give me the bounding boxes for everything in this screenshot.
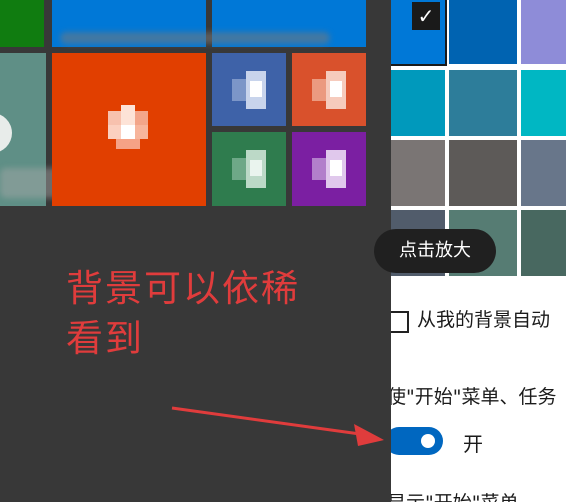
tile-powerpoint[interactable]	[292, 53, 366, 126]
accent-color-swatch[interactable]	[521, 140, 566, 206]
tile-office[interactable]	[52, 53, 206, 206]
accent-color-swatch[interactable]	[449, 0, 517, 64]
annotation-text: 背景可以依稀看到	[66, 267, 300, 360]
accent-color-swatch[interactable]	[391, 140, 445, 206]
tile-green-top[interactable]	[0, 0, 44, 47]
onenote-icon	[312, 150, 348, 188]
office-icon	[108, 105, 148, 151]
accent-color-swatch[interactable]	[449, 70, 517, 136]
tile-excel[interactable]	[212, 132, 286, 206]
word-icon	[232, 71, 268, 109]
zoom-tooltip[interactable]: 点击放大	[374, 229, 496, 273]
start-taskbar-transparency-label: 使"开始"菜单、任务	[391, 386, 557, 408]
accent-color-swatch[interactable]	[521, 70, 566, 136]
powerpoint-icon	[312, 71, 348, 109]
tile-onenote[interactable]	[292, 132, 366, 206]
accent-color-swatch[interactable]	[521, 210, 566, 276]
accent-color-swatch[interactable]	[521, 0, 566, 64]
tile-word[interactable]	[212, 53, 286, 126]
arrow-icon	[171, 406, 384, 446]
toggle-state-label: 开	[463, 432, 483, 456]
excel-icon	[232, 150, 268, 188]
tile-name-blurred	[60, 32, 330, 44]
toggle-knob	[421, 434, 435, 448]
start-menu-panel: 背景可以依稀看到	[0, 0, 391, 502]
checkmark-icon: ✓	[412, 2, 440, 30]
accent-color-swatch[interactable]	[449, 140, 517, 206]
accent-color-swatch[interactable]	[391, 70, 445, 136]
transparency-toggle[interactable]	[391, 427, 443, 455]
auto-background-color-label: 从我的背景自动	[417, 309, 551, 331]
show-start-color-label: 显示"开始"菜单、	[391, 488, 537, 502]
auto-background-color-checkbox[interactable]	[391, 311, 409, 333]
